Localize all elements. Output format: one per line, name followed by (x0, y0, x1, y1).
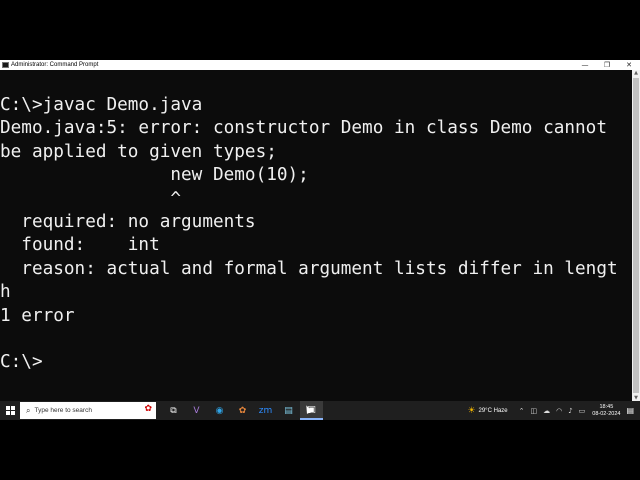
system-tray: ☀ 29°C Haze ⌃ ◫ ☁ ◠ ♪ ▭ 18:45 08-02-2024… (467, 401, 640, 420)
notepad-icon[interactable]: ▤ (277, 401, 300, 420)
onedrive-icon[interactable]: ☁ (543, 407, 550, 415)
console-output-area[interactable]: C:\>javac Demo.java Demo.java:5: error: … (0, 70, 632, 401)
battery-icon[interactable]: ▭ (579, 407, 586, 415)
console-text: C:\>javac Demo.java Demo.java:5: error: … (0, 70, 632, 375)
console-line: found: int (0, 235, 160, 256)
window-title: Administrator: Command Prompt (11, 62, 99, 68)
task-view-icon[interactable]: ⧉ (162, 401, 185, 420)
search-icon: ⌕ (26, 405, 31, 415)
chevron-up-icon[interactable]: ⌃ (519, 407, 525, 415)
console-line: C:\>javac Demo.java (0, 95, 203, 115)
console-prompt: C:\> (0, 352, 43, 373)
console-line: h (0, 282, 11, 303)
taskbar: ⌕ Type here to search ✿ ⧉ V ◉ ✿ zm ▤ ▣ ☀ 29°C … (0, 401, 640, 420)
console-line: be applied to given types; (0, 141, 277, 162)
weather-condition: Haze (493, 407, 508, 414)
close-button[interactable]: ✕ (618, 60, 640, 70)
weather-temp: 29°C (478, 407, 492, 414)
vertical-scrollbar[interactable]: ▲ ▼ (632, 70, 640, 401)
console-line: reason: actual and formal argument lists… (0, 258, 618, 279)
command-prompt-icon (2, 62, 9, 68)
console-line: ^ (0, 188, 182, 209)
paint-icon[interactable]: ✿ (231, 401, 254, 420)
taskbar-search-box[interactable]: ⌕ Type here to search ✿ (20, 402, 156, 419)
search-placeholder: Type here to search (34, 407, 92, 414)
search-highlight-icon: ✿ (144, 404, 152, 414)
zoom-icon[interactable]: zm (254, 401, 277, 420)
clock-time: 18:45 (599, 403, 614, 410)
windows-logo-icon (5, 406, 15, 415)
maximize-button[interactable]: ❐ (596, 60, 618, 70)
console-line: 1 error (0, 305, 75, 326)
minimize-button[interactable]: — (574, 60, 596, 70)
window-titlebar[interactable]: Administrator: Command Prompt — ❐ ✕ (0, 60, 640, 70)
start-button[interactable] (0, 401, 20, 420)
scrollbar-thumb[interactable] (633, 78, 639, 393)
wifi-icon[interactable]: ◠ (556, 407, 562, 415)
console-line: new Demo(10); (0, 165, 309, 186)
visual-studio-icon[interactable]: V (185, 401, 208, 420)
console-line: required: no arguments (0, 212, 256, 233)
sun-icon: ☀ (467, 405, 476, 416)
network-icon[interactable]: ◫ (530, 407, 537, 415)
notification-icon[interactable]: ▤ (626, 406, 634, 415)
edge-icon[interactable]: ◉ (208, 401, 231, 420)
volume-icon[interactable]: ♪ (568, 407, 572, 415)
weather-widget[interactable]: ☀ 29°C Haze (467, 406, 507, 416)
console-line: Demo.java:5: error: constructor Demo in … (0, 118, 607, 139)
clock-date: 08-02-2024 (592, 410, 621, 417)
taskbar-clock[interactable]: 18:45 08-02-2024 (592, 404, 620, 418)
scroll-up-arrow-icon[interactable]: ▲ (632, 70, 640, 76)
